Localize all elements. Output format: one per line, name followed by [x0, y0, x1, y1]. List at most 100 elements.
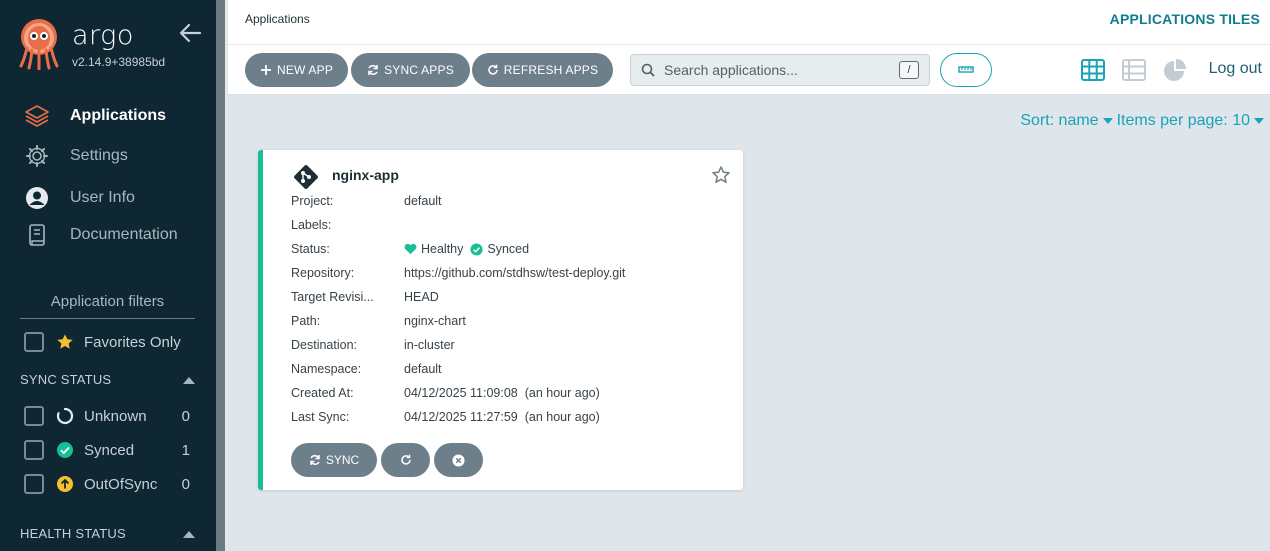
gear-icon — [22, 141, 52, 171]
health-status-header: HEALTH STATUS — [20, 526, 195, 541]
new-app-label: NEW APP — [276, 63, 334, 77]
field-value: default — [404, 362, 442, 376]
field-value: default — [404, 194, 442, 208]
caret-down-icon — [1254, 117, 1264, 124]
filter-unknown[interactable]: Unknown 0 — [24, 405, 190, 427]
heart-icon — [404, 243, 417, 255]
logout-link[interactable]: Log out — [1209, 60, 1262, 78]
sort-label: Sort: name — [1020, 112, 1099, 129]
field-project: Project: default — [291, 194, 731, 208]
toolbar: NEW APP SYNC APPS REFRESH APPS / Log out — [228, 44, 1270, 95]
pie-chart-view-icon[interactable] — [1163, 59, 1187, 81]
version-label: v2.14.9+38985bd — [72, 55, 166, 69]
field-created-at: Created At: 04/12/2025 11:09:08 (an hour… — [291, 386, 731, 400]
filter-label: Synced — [84, 441, 135, 459]
field-labels: Labels: — [291, 218, 731, 232]
favorites-label: Favorites Only — [84, 333, 181, 351]
field-value: nginx-chart — [404, 314, 466, 328]
sync-label: SYNC — [325, 453, 360, 467]
sync-status: Synced — [487, 242, 530, 256]
synced-checkbox[interactable] — [24, 440, 44, 460]
refresh-button[interactable] — [381, 443, 430, 477]
favorites-checkbox[interactable] — [24, 332, 44, 352]
nav-label: User Info — [70, 189, 135, 206]
sidebar-resizer[interactable] — [216, 0, 228, 551]
nav-label: Documentation — [70, 226, 178, 243]
refresh-apps-button[interactable]: REFRESH APPS — [472, 53, 613, 87]
new-app-button[interactable]: NEW APP — [245, 53, 348, 87]
sync-button[interactable]: SYNC — [291, 443, 377, 477]
close-circle-icon — [452, 453, 465, 467]
breadcrumb[interactable]: Applications — [245, 12, 310, 26]
search-input[interactable] — [664, 62, 884, 78]
field-value: https://github.com/stdhsw/test-deploy.gi… — [404, 266, 626, 280]
field-value: 04/12/2025 11:27:59 (an hour ago) — [404, 410, 600, 424]
field-key: Destination: — [291, 338, 358, 352]
unknown-checkbox[interactable] — [24, 406, 44, 426]
nav-item-applications[interactable]: Applications — [22, 101, 166, 131]
delete-button[interactable] — [434, 443, 483, 477]
user-icon — [22, 183, 52, 213]
field-repository: Repository: https://github.com/stdhsw/te… — [291, 266, 731, 280]
health-status-title: HEALTH STATUS — [20, 526, 126, 541]
brand-name: argo — [72, 20, 134, 51]
filters-title: Application filters — [20, 293, 195, 319]
health-status: Healthy — [421, 242, 464, 256]
field-namespace: Namespace: default — [291, 362, 731, 376]
filter-toggle-button[interactable] — [940, 53, 992, 87]
git-icon — [294, 165, 318, 189]
search-box[interactable]: / — [630, 54, 930, 86]
filter-synced[interactable]: Synced 1 — [24, 439, 190, 461]
nav-item-documentation[interactable]: Documentation — [22, 220, 178, 250]
sync-apps-button[interactable]: SYNC APPS — [351, 53, 470, 87]
field-destination: Destination: in-cluster — [291, 338, 731, 352]
caret-down-icon — [1102, 117, 1113, 124]
star-outline-icon[interactable] — [711, 165, 731, 185]
nav-item-user-info[interactable]: User Info — [22, 183, 135, 213]
application-name[interactable]: nginx-app — [332, 167, 399, 183]
per-page-label: Items per page: 10 — [1116, 112, 1250, 129]
search-icon — [641, 63, 655, 77]
field-value: in-cluster — [404, 338, 455, 352]
sync-status-header: SYNC STATUS — [20, 372, 195, 387]
refresh-icon — [488, 64, 498, 75]
outofsync-checkbox[interactable] — [24, 474, 44, 494]
field-value: HEAD — [404, 290, 439, 304]
top-bar: Applications APPLICATIONS TILES — [228, 0, 1270, 44]
page-title: APPLICATIONS TILES — [1109, 11, 1260, 27]
field-path: Path: nginx-chart — [291, 314, 731, 328]
tiles-view-icon[interactable] — [1081, 59, 1105, 81]
field-key: Project: — [291, 194, 334, 208]
field-key: Labels: — [291, 218, 332, 232]
filter-outofsync[interactable]: OutOfSync 0 — [24, 473, 190, 495]
plus-icon — [260, 65, 271, 75]
caret-up-icon[interactable] — [183, 376, 195, 384]
sync-status-title: SYNC STATUS — [20, 372, 112, 387]
favorites-filter[interactable]: Favorites Only — [24, 331, 181, 353]
field-key: Created At: — [291, 386, 354, 400]
sync-icon — [310, 455, 320, 465]
refresh-icon — [400, 454, 411, 465]
argo-octopus-logo — [19, 19, 59, 70]
field-value — [404, 218, 731, 232]
star-icon — [57, 334, 73, 349]
field-value: 04/12/2025 11:09:08 (an hour ago) — [404, 386, 600, 400]
field-last-sync: Last Sync: 04/12/2025 11:27:59 (an hour … — [291, 410, 731, 424]
nav-label: Applications — [70, 107, 167, 124]
status-values: Healthy Synced — [404, 242, 731, 256]
field-key: Status: — [291, 242, 330, 256]
collapse-sidebar-icon[interactable] — [178, 22, 202, 44]
sort-dropdown[interactable]: Sort: name — [1020, 112, 1113, 130]
nav-item-settings[interactable]: Settings — [22, 141, 128, 171]
caret-up-icon[interactable] — [183, 530, 195, 538]
circle-notch-icon — [56, 407, 74, 425]
filter-count: 1 — [181, 441, 190, 459]
list-view-icon[interactable] — [1122, 59, 1146, 81]
sync-icon — [368, 65, 378, 75]
items-per-page-dropdown[interactable]: Items per page: 10 — [1117, 112, 1264, 130]
filter-count: 0 — [181, 407, 190, 425]
application-tile[interactable]: nginx-app Project: default Labels: Statu… — [258, 150, 743, 490]
filter-label: OutOfSync — [84, 475, 158, 493]
field-key: Namespace: — [291, 362, 362, 376]
field-status: Status: Healthy Synced — [291, 242, 731, 256]
